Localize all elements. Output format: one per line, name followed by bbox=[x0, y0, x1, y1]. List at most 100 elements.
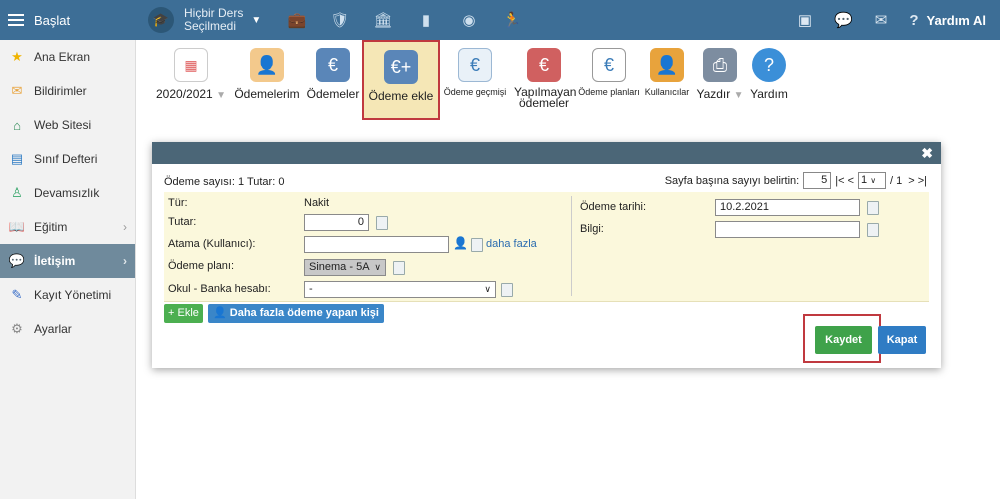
tool-yapilmayan-odemeler[interactable]: € Yapılmayan ödemeler bbox=[510, 40, 578, 120]
tool-odeme-planlari[interactable]: € Ödeme planları bbox=[578, 40, 640, 120]
sidebar-item-egitim[interactable]: 📖 Eğitim › bbox=[0, 210, 135, 244]
sidebar-item-label: Devamsızlık bbox=[34, 186, 100, 200]
notebook-icon: ▤ bbox=[10, 151, 24, 166]
assign-user-input[interactable] bbox=[304, 236, 449, 253]
printer-icon: ⎙ bbox=[703, 48, 737, 82]
graduation-cap-icon: 🎓 bbox=[148, 7, 174, 33]
palette-icon[interactable]: ◉ bbox=[458, 9, 480, 31]
shield-icon[interactable]: 🛡 bbox=[329, 9, 351, 31]
chat-icon[interactable]: 💬 bbox=[834, 11, 853, 29]
tool-odeme-ekle[interactable]: €+ Ödeme ekle bbox=[362, 40, 440, 120]
per-page-input[interactable]: 5 bbox=[803, 172, 832, 189]
tool-label: Yapılmayan ödemeler bbox=[514, 85, 577, 110]
chat-icon: 💬 bbox=[8, 253, 26, 268]
add-button[interactable]: + Ekle bbox=[164, 304, 203, 323]
activity-icon[interactable]: 🏃 bbox=[501, 9, 523, 31]
sidebar-item-devamsizlik[interactable]: ♙ Devamsızlık bbox=[0, 176, 135, 210]
sidebar-item-bildirimler[interactable]: ✉ Bildirimler bbox=[0, 74, 135, 108]
payments-toolbar: ▦ 2020/2021 ▼ 👤 Ödemelerim € Ödemeler €+… bbox=[152, 40, 792, 120]
info-label: Bilgi: bbox=[580, 223, 604, 235]
course-label: Hiçbir Ders Seçilmedi bbox=[184, 7, 243, 33]
dialog-header: ✖ bbox=[152, 142, 941, 164]
start-menu-label: Başlat bbox=[34, 12, 71, 28]
document-icon[interactable] bbox=[471, 238, 483, 252]
sidebar-item-web-sitesi[interactable]: ⌂ Web Sitesi bbox=[0, 108, 135, 142]
sidebar-item-label: Ana Ekran bbox=[34, 50, 91, 64]
chevron-down-icon: ▼ bbox=[251, 14, 262, 26]
document-icon[interactable] bbox=[393, 261, 405, 275]
chevron-down-icon: ∨ bbox=[484, 284, 491, 294]
chevron-down-icon: ▼ bbox=[216, 90, 226, 101]
chevron-down-icon: ∨ bbox=[870, 176, 877, 185]
bar-chart-icon[interactable]: ▮ bbox=[415, 9, 437, 31]
document-icon[interactable] bbox=[501, 283, 513, 297]
calendar-icon[interactable] bbox=[867, 201, 879, 215]
tool-label: Ödeme geçmişi bbox=[443, 87, 507, 97]
more-link[interactable]: daha fazla bbox=[486, 238, 537, 250]
payment-plan-select[interactable]: Sinema - 5A ∨ bbox=[304, 259, 386, 276]
column-divider bbox=[571, 196, 572, 296]
tool-label: Ödeme ekle bbox=[368, 89, 434, 103]
payment-date-input[interactable]: 10.2.2021 bbox=[715, 199, 860, 216]
course-label-line2: Seçilmedi bbox=[184, 19, 237, 33]
mail-icon[interactable]: ✉ bbox=[875, 11, 888, 29]
sidebar-item-label: Web Sitesi bbox=[34, 118, 92, 132]
user-icon: 👤 bbox=[650, 48, 684, 82]
sidebar-item-label: Sınıf Defteri bbox=[34, 152, 98, 166]
next-last-buttons[interactable]: > >| bbox=[908, 175, 927, 187]
info-input[interactable] bbox=[715, 221, 860, 238]
tool-label: Yardım bbox=[750, 87, 788, 101]
page-select-value: 1 bbox=[861, 174, 868, 186]
sidebar-item-sinif-defteri[interactable]: ▤ Sınıf Defteri bbox=[0, 142, 135, 176]
tool-yardim[interactable]: ? Yardım bbox=[746, 40, 792, 120]
add-payment-dialog: ✖ Ödeme sayısı: 1 Tutar: 0 Sayfa başına … bbox=[152, 142, 941, 368]
user-icon[interactable]: 👤 bbox=[453, 236, 468, 250]
document-icon[interactable] bbox=[376, 216, 388, 230]
payment-plan-value: Sinema - 5A bbox=[309, 261, 370, 273]
first-prev-buttons[interactable]: |< < bbox=[835, 175, 854, 187]
money-bag-add-icon: €+ bbox=[384, 50, 418, 84]
help-icon[interactable]: ? bbox=[909, 12, 918, 29]
ledger-icon: € bbox=[458, 48, 492, 82]
gear-icon: ⚙ bbox=[11, 321, 23, 336]
tool-odeme-gecmisi[interactable]: € Ödeme geçmişi bbox=[440, 40, 510, 120]
user-icon: 👤 bbox=[213, 307, 227, 319]
institution-icon[interactable]: 🏛 bbox=[372, 9, 394, 31]
bank-account-value: - bbox=[309, 283, 313, 295]
tool-yazdir[interactable]: ⎙ Yazdır ▼ bbox=[694, 40, 746, 120]
start-menu-button[interactable]: Başlat bbox=[0, 0, 136, 40]
screen-share-icon[interactable]: ▣ bbox=[798, 11, 812, 29]
sidebar: ★ Ana Ekran ✉ Bildirimler ⌂ Web Sitesi ▤… bbox=[0, 40, 136, 499]
page-select[interactable]: 1 ∨ bbox=[858, 172, 886, 189]
sidebar-item-ayarlar[interactable]: ⚙ Ayarlar bbox=[0, 312, 135, 346]
close-icon[interactable]: ✖ bbox=[921, 145, 933, 162]
more-payers-label: Daha fazla ödeme yapan kişi bbox=[229, 307, 379, 319]
sidebar-item-label: Eğitim bbox=[34, 220, 68, 234]
envelope-icon: ✉ bbox=[11, 83, 23, 98]
year-selector[interactable]: ▦ 2020/2021 ▼ bbox=[152, 40, 230, 120]
person-icon: ♙ bbox=[11, 185, 23, 200]
sidebar-item-iletisim[interactable]: 💬 İletişim › bbox=[0, 244, 135, 278]
top-nav-icons: 💼 🛡 🏛 ▮ ◉ 🏃 bbox=[286, 9, 544, 31]
tool-odemelerim[interactable]: 👤 Ödemelerim bbox=[230, 40, 304, 120]
document-icon[interactable] bbox=[867, 223, 879, 237]
bank-account-label: Okul - Banka hesabı: bbox=[168, 283, 271, 295]
briefcase-icon[interactable]: 💼 bbox=[286, 9, 308, 31]
assign-user-label: Atama (Kullanıcı): bbox=[168, 238, 256, 250]
more-payers-button[interactable]: 👤 Daha fazla ödeme yapan kişi bbox=[208, 304, 384, 323]
money-bag-icon: € bbox=[316, 48, 350, 82]
bank-account-select[interactable]: - ∨ bbox=[304, 281, 496, 298]
save-button[interactable]: Kaydet bbox=[815, 326, 872, 354]
sidebar-item-ana-ekran[interactable]: ★ Ana Ekran bbox=[0, 40, 135, 74]
sidebar-item-label: Bildirimler bbox=[34, 84, 87, 98]
document-euro-icon: € bbox=[592, 48, 626, 82]
top-bar: Başlat 🎓 Hiçbir Ders Seçilmedi ▼ 💼 🛡 🏛 ▮… bbox=[0, 0, 1000, 40]
amount-input[interactable]: 0 bbox=[304, 214, 369, 231]
help-label[interactable]: Yardım Al bbox=[927, 13, 986, 28]
tool-label: Ödemeler bbox=[306, 87, 360, 101]
sidebar-item-kayit-yonetimi[interactable]: ✎ Kayıt Yönetimi bbox=[0, 278, 135, 312]
course-selector[interactable]: 🎓 Hiçbir Ders Seçilmedi ▼ bbox=[148, 6, 261, 34]
close-button[interactable]: Kapat bbox=[878, 326, 926, 354]
tool-kullanicilar[interactable]: 👤 Kullanıcılar bbox=[640, 40, 694, 120]
tool-odemeler[interactable]: € Ödemeler bbox=[304, 40, 362, 120]
